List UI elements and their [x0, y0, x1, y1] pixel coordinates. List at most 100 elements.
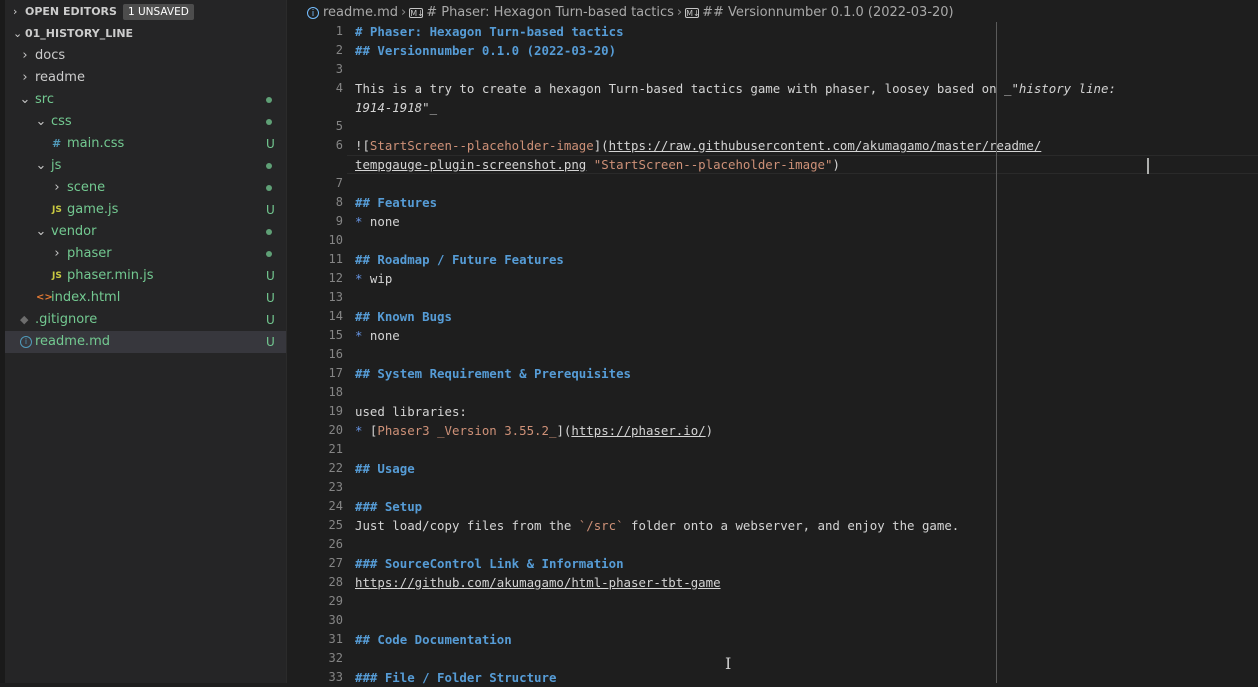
- line-number: 15: [328, 328, 343, 342]
- code-token: wip: [362, 271, 393, 286]
- tree-item-label: vendor: [51, 224, 97, 239]
- code-token: `/src`: [578, 518, 624, 533]
- line-number: 1: [335, 24, 343, 38]
- code-token: tempgauge-plugin-screenshot.png: [355, 157, 587, 172]
- info-file-icon: i: [20, 336, 32, 348]
- code-token: ## Code Documentation: [355, 632, 512, 647]
- editor-pane[interactable]: i readme.md › M↓ # Phaser: Hexagon Turn-base…: [286, 0, 1258, 685]
- tree-item-label: readme.md: [35, 334, 110, 349]
- tree-item[interactable]: ◆ .gitignore U: [5, 309, 286, 331]
- markdown-symbol-icon: M↓: [409, 7, 424, 18]
- git-status-badge: U: [266, 269, 275, 283]
- tree-item[interactable]: JS game.js U: [5, 199, 286, 221]
- folder-label: 01_HISTORY_LINE: [25, 27, 134, 40]
- git-status-badge: U: [266, 335, 275, 349]
- code-token: "StartScreen--placeholder-image": [593, 157, 833, 172]
- line-number: 8: [335, 195, 343, 209]
- line-number: 14: [328, 309, 343, 323]
- tree-item-label: .gitignore: [35, 312, 98, 327]
- tree-item[interactable]: › readme: [5, 67, 286, 89]
- git-modified-dot-icon: [266, 229, 272, 235]
- code-token: ## Usage: [355, 461, 415, 476]
- line-number: 21: [328, 442, 343, 456]
- line-number: 6: [335, 138, 343, 152]
- code-token: ## Features: [355, 195, 438, 210]
- tree-item-label: src: [35, 92, 54, 107]
- code-line: ## Versionnumber 0.1.0 (2022-03-20): [355, 41, 616, 60]
- line-number: 13: [328, 290, 343, 304]
- css-file-icon: #: [52, 137, 62, 150]
- code-token: StartScreen--placeholder-image: [369, 138, 594, 153]
- line-number: 19: [328, 404, 343, 418]
- code-token: ](: [556, 423, 572, 438]
- git-modified-dot-icon: [266, 185, 272, 191]
- code-line: 1914-1918"_: [355, 98, 437, 117]
- code-line: * [Phaser3 _Version 3.55.2_](https://pha…: [355, 421, 713, 440]
- chevron-right-icon: ›: [54, 180, 60, 195]
- tree-item[interactable]: › scene: [5, 177, 286, 199]
- breadcrumb: i readme.md › M↓ # Phaser: Hexagon Turn-base…: [307, 3, 954, 23]
- line-number: 5: [335, 119, 343, 133]
- tree-item[interactable]: › phaser: [5, 243, 286, 265]
- code-line: * none: [355, 212, 400, 231]
- code-token: ## Versionnumber 0.1.0 (2022-03-20): [355, 43, 617, 58]
- code-line: ### SourceControl Link & Information: [355, 554, 624, 573]
- chevron-down-icon: ⌄: [35, 224, 47, 239]
- open-editors-header[interactable]: › OPEN EDITORS 1 UNSAVED: [13, 1, 194, 23]
- git-status-badge: U: [266, 291, 275, 305]
- code-line: This is a try to create a hexagon Turn-b…: [355, 79, 1116, 98]
- git-status-badge: U: [266, 203, 275, 217]
- code-line: ## Code Documentation: [355, 630, 512, 649]
- line-number: 26: [328, 537, 343, 551]
- line-number: 9: [335, 214, 343, 228]
- line-number: 20: [328, 423, 343, 437]
- explorer-sidebar: › OPEN EDITORS 1 UNSAVED ⌄ 01_HISTORY_LINE …: [0, 0, 286, 683]
- mouse-ibeam-icon: I: [725, 654, 732, 673]
- code-token: ## System Requirement & Prerequisites: [355, 366, 632, 381]
- tree-item[interactable]: # main.css U: [5, 133, 286, 155]
- code-token: ## Roadmap / Future Features: [355, 252, 564, 267]
- breadcrumb-file[interactable]: readme.md: [323, 5, 398, 20]
- tree-item[interactable]: JS phaser.min.js U: [5, 265, 286, 287]
- chevron-right-icon: ›: [22, 70, 28, 85]
- code-token: ): [832, 157, 840, 172]
- breadcrumb-h2[interactable]: ## Versionnumber 0.1.0 (2022-03-20): [702, 5, 954, 20]
- code-token: [: [362, 423, 378, 438]
- folder-header[interactable]: ⌄ 01_HISTORY_LINE: [13, 23, 133, 45]
- code-token: _: [429, 100, 438, 115]
- line-number: 11: [328, 252, 343, 266]
- info-icon: i: [307, 6, 319, 19]
- code-line: https://github.com/akumagamo/html-phaser…: [355, 573, 721, 592]
- line-number: 3: [335, 62, 343, 76]
- chevron-down-icon: ⌄: [19, 92, 31, 107]
- tree-item[interactable]: i readme.md U: [5, 331, 286, 353]
- tree-item[interactable]: <> index.html U: [5, 287, 286, 309]
- tree-item[interactable]: ⌄ vendor: [5, 221, 286, 243]
- line-number: 16: [328, 347, 343, 361]
- code-line: ## Roadmap / Future Features: [355, 250, 564, 269]
- code-line: Just load/copy files from the `/src` fol…: [355, 516, 959, 535]
- line-number: [287, 155, 343, 174]
- code-line: used libraries:: [355, 402, 467, 421]
- line-number: 17: [328, 366, 343, 380]
- code-line: # Phaser: Hexagon Turn-based tactics: [355, 22, 624, 41]
- code-line: ![StartScreen--placeholder-image](https:…: [355, 136, 1041, 155]
- tree-item[interactable]: ⌄ src: [5, 89, 286, 111]
- markdown-symbol-icon: M↓: [685, 7, 700, 18]
- tree-item-label: game.js: [67, 202, 119, 217]
- git-modified-dot-icon: [266, 97, 272, 103]
- editor-ruler: [996, 22, 997, 683]
- tree-item-label: css: [51, 114, 72, 129]
- chevron-down-icon: ⌄: [35, 114, 47, 129]
- code-token: https://github.com/akumagamo/html-phaser…: [355, 575, 721, 590]
- code-line: * wip: [355, 269, 392, 288]
- code-line: ### File / Folder Structure: [355, 668, 556, 687]
- breadcrumb-h1[interactable]: # Phaser: Hexagon Turn-based tactics: [426, 5, 674, 20]
- tree-item[interactable]: ⌄ js: [5, 155, 286, 177]
- code-token: Just load/copy files from the: [355, 518, 579, 533]
- tree-item[interactable]: › docs: [5, 45, 286, 67]
- code-token: ### SourceControl Link & Information: [355, 556, 624, 571]
- line-number: 33: [328, 670, 343, 684]
- tree-item[interactable]: ⌄ css: [5, 111, 286, 133]
